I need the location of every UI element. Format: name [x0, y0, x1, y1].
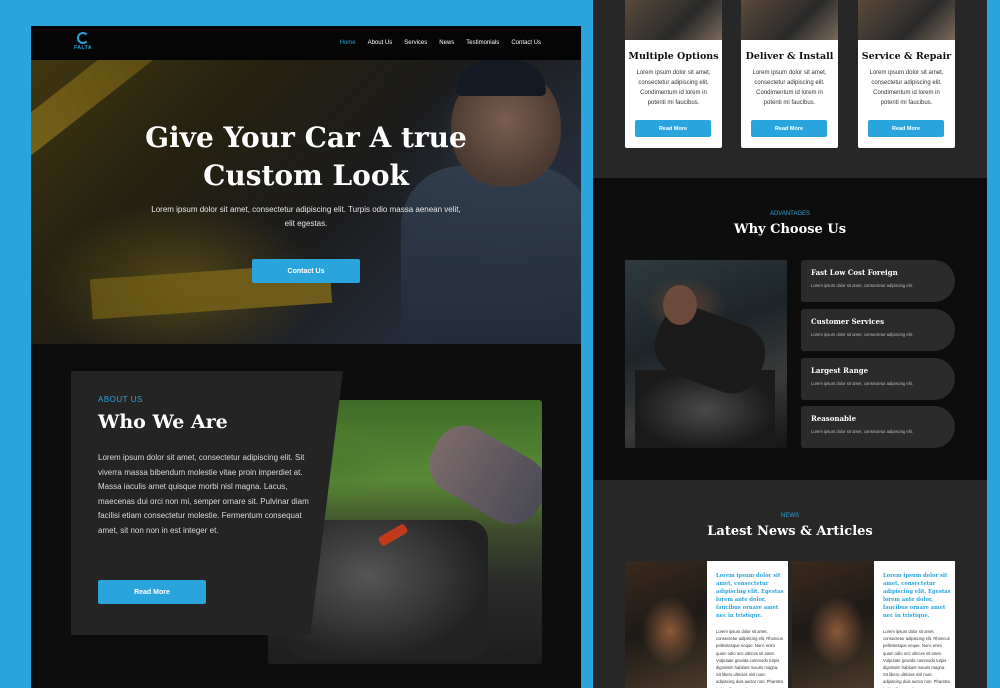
- news-headline[interactable]: Lorem ipsum dolor sit amet, consectetur …: [716, 572, 784, 620]
- service-desc: Lorem ipsum dolor sit amet, consectetur …: [752, 70, 827, 106]
- why-title: Why Choose Us: [733, 222, 847, 237]
- about-read-more-button[interactable]: Read More: [98, 580, 206, 604]
- news-card[interactable]: Lorem ipsum dolor sit amet, consectetur …: [792, 561, 955, 688]
- news-body: Lorem ipsum dolor sit amet, consectetur …: [883, 629, 950, 688]
- news-image: [792, 561, 874, 688]
- news-image: [625, 561, 707, 688]
- logo-g-icon: [77, 32, 89, 44]
- nav-menu: Home About Us Services News Testimonials…: [340, 26, 541, 60]
- service-card: Deliver & Install Lorem ipsum dolor sit …: [741, 0, 838, 148]
- about-text: Lorem ipsum dolor sit amet, consectetur …: [98, 453, 309, 535]
- nav-item-news[interactable]: News: [439, 40, 454, 46]
- about-title: Who We Are: [98, 411, 228, 433]
- feature-desc: Lorem ipsum dolor sit amet, consectetur …: [811, 381, 913, 386]
- nav-item-home[interactable]: Home: [340, 40, 356, 46]
- news-title: Latest News & Articles: [707, 524, 873, 539]
- news-card[interactable]: Lorem ipsum dolor sit amet, consectetur …: [625, 561, 788, 688]
- services-row: Multiple Options Lorem ipsum dolor sit a…: [625, 0, 955, 148]
- feature-desc: Lorem ipsum dolor sit amet, consectetur …: [811, 283, 913, 288]
- service-read-more-button[interactable]: Read More: [635, 120, 711, 137]
- service-read-more-button[interactable]: Read More: [868, 120, 944, 137]
- feature-title: Reasonable: [811, 414, 857, 423]
- feature-desc: Lorem ipsum dolor sit amet, consectetur …: [811, 429, 913, 434]
- why-kicker: ADVANTAGES: [769, 211, 811, 217]
- service-title: Deliver & Install: [745, 51, 834, 62]
- service-title: Service & Repair: [861, 51, 952, 62]
- feature-desc: Lorem ipsum dolor sit amet, consectetur …: [811, 332, 913, 337]
- hero-subtitle: Lorem ipsum dolor sit amet, consectetur …: [151, 205, 461, 228]
- service-desc: Lorem ipsum dolor sit amet, consectetur …: [869, 70, 944, 106]
- hero-title: Give Your Car A true Custom Look: [31, 119, 581, 195]
- service-card: Multiple Options Lorem ipsum dolor sit a…: [625, 0, 722, 148]
- news-headline[interactable]: Lorem ipsum dolor sit amet, consectetur …: [883, 572, 951, 620]
- nav-item-contact-us[interactable]: Contact Us: [511, 40, 541, 46]
- why-image: [625, 260, 787, 448]
- service-desc: Lorem ipsum dolor sit amet, consectetur …: [636, 70, 711, 106]
- feature-title: Fast Low Cost Foreign: [811, 268, 898, 277]
- service-image: [741, 0, 838, 40]
- feature-title: Largest Range: [811, 366, 869, 375]
- homepage-preview-left: FALTA Home About Us Services News Testim…: [31, 26, 581, 688]
- nav-item-testimonials[interactable]: Testimonials: [466, 40, 499, 46]
- feature-item: Fast Low Cost Foreign Lorem ipsum dolor …: [801, 260, 955, 302]
- service-image: [625, 0, 722, 40]
- service-read-more-button[interactable]: Read More: [751, 120, 827, 137]
- contact-us-button[interactable]: Contact Us: [252, 259, 360, 283]
- service-card: Service & Repair Lorem ipsum dolor sit a…: [858, 0, 955, 148]
- nav-item-about-us[interactable]: About Us: [368, 40, 393, 46]
- brand-logo[interactable]: FALTA: [71, 32, 95, 54]
- feature-item: Reasonable Lorem ipsum dolor sit amet, c…: [801, 406, 955, 448]
- homepage-preview-right: Multiple Options Lorem ipsum dolor sit a…: [593, 0, 987, 688]
- hero-title-line-1: Give Your Car A true: [145, 121, 467, 154]
- top-navigation: FALTA Home About Us Services News Testim…: [31, 26, 581, 60]
- service-image: [858, 0, 955, 40]
- feature-title: Customer Services: [811, 317, 885, 326]
- news-kicker: NEWS: [781, 513, 799, 519]
- nav-item-services[interactable]: Services: [404, 40, 427, 46]
- about-kicker: ABOUT US: [98, 395, 143, 404]
- news-body: Lorem ipsum dolor sit amet, consectetur …: [716, 629, 783, 688]
- feature-item: Customer Services Lorem ipsum dolor sit …: [801, 309, 955, 351]
- why-choose-us-section: ADVANTAGES Why Choose Us Fast Low Cost F…: [593, 178, 987, 480]
- logo-text: FALTA: [74, 45, 92, 51]
- feature-item: Largest Range Lorem ipsum dolor sit amet…: [801, 358, 955, 400]
- hero-title-line-2: Custom Look: [203, 159, 409, 192]
- service-title: Multiple Options: [628, 51, 719, 62]
